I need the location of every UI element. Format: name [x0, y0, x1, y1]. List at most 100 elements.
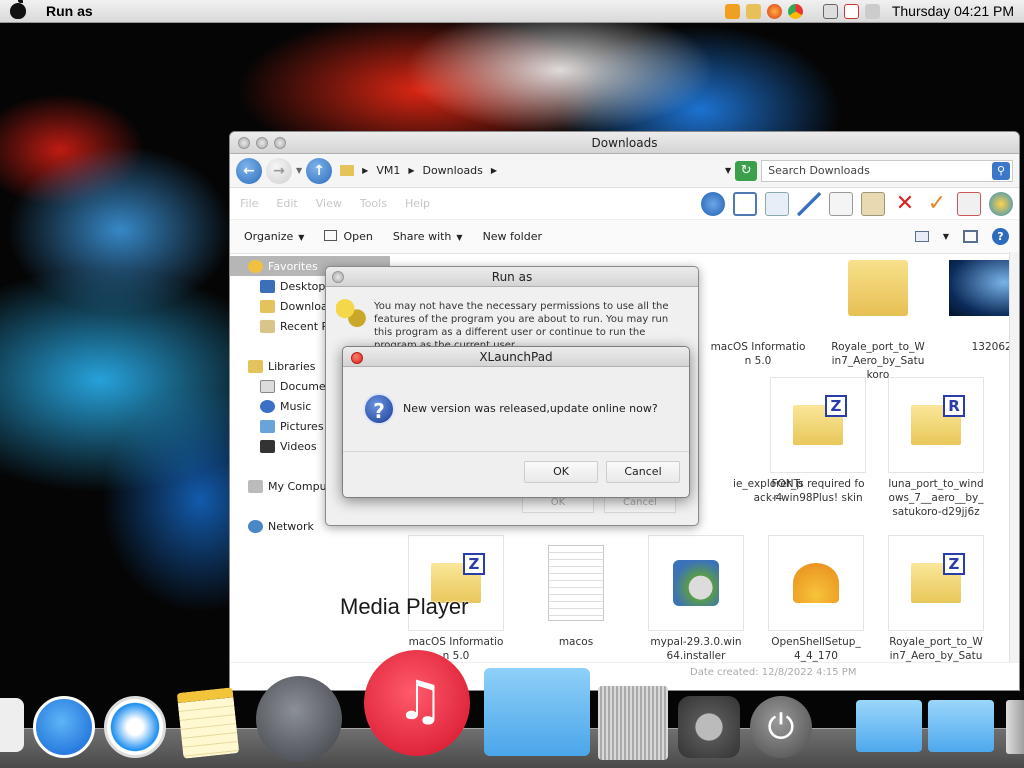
file-item[interactable]: mypal-29.3.0.win64.installer — [648, 535, 744, 663]
finder-icon[interactable] — [0, 698, 24, 752]
folder-icon — [848, 260, 908, 316]
downloads-icon — [260, 299, 275, 313]
trash-icon[interactable] — [1006, 700, 1024, 754]
power-icon[interactable]: ⏻ — [750, 696, 812, 758]
documents-folder-icon[interactable] — [856, 700, 922, 752]
file-item[interactable]: OpenShellSetup_4_4_170 — [768, 535, 864, 663]
up-arrow-icon[interactable] — [701, 192, 725, 216]
question-icon: ? — [363, 393, 395, 425]
close-icon[interactable] — [238, 137, 250, 149]
file-item[interactable]: R luna_port_to_windows_7__aero__by_satuk… — [888, 377, 984, 519]
active-app-name[interactable]: Run as — [46, 3, 93, 19]
volume-icon[interactable] — [864, 3, 880, 19]
videos-icon — [260, 439, 275, 453]
folder-icon[interactable] — [745, 3, 761, 19]
delete-icon[interactable]: ✕ — [893, 192, 917, 216]
media-icon[interactable] — [724, 3, 740, 19]
file-item[interactable]: macos — [528, 535, 624, 649]
menu-edit[interactable]: Edit — [276, 197, 297, 210]
zoom-icon[interactable] — [274, 137, 286, 149]
pictures-icon — [260, 419, 275, 433]
status-tray: Thursday 04:21 PM — [724, 3, 1014, 19]
checkmark-icon[interactable]: ✓ — [925, 192, 949, 216]
file-item[interactable]: Z Royale_port_to_Win7_Aero_by_Satukoro — [888, 535, 984, 677]
properties-icon[interactable] — [957, 192, 981, 216]
xlaunchpad-message: New version was released,update online n… — [403, 402, 658, 415]
copy-icon[interactable] — [829, 192, 853, 216]
xlaunchpad-title: XLaunchPad — [479, 349, 553, 364]
file-item[interactable]: Z FONTs required for win98Plus! skin — [770, 377, 866, 505]
ok-button[interactable]: OK — [524, 461, 598, 483]
applications-folder-icon[interactable] — [484, 668, 590, 756]
scrollbar[interactable] — [1009, 252, 1019, 690]
menu-line: File Edit View Tools Help ✕ ✓ — [230, 188, 1019, 220]
explorer-titlebar[interactable]: Downloads — [230, 132, 1019, 154]
chrome-icon[interactable] — [787, 3, 803, 19]
run-as-titlebar[interactable]: Run as — [326, 267, 698, 287]
breadcrumb-downloads[interactable]: Downloads — [422, 164, 482, 177]
run-as-title: Run as — [491, 269, 533, 284]
xlaunchpad-dialog: XLaunchPad ? New version was released,up… — [342, 346, 690, 498]
menu-help[interactable]: Help — [405, 197, 430, 210]
rar-icon: R — [911, 395, 965, 445]
downloads-folder-icon[interactable] — [928, 700, 994, 752]
close-icon[interactable] — [351, 352, 363, 364]
documents-icon — [260, 379, 275, 393]
new-folder-button[interactable]: New folder — [483, 230, 542, 243]
installer-icon — [673, 560, 719, 606]
clock[interactable]: Thursday 04:21 PM — [892, 3, 1014, 19]
shell-icon — [793, 563, 839, 603]
document-icon — [548, 545, 604, 621]
libraries-icon — [248, 359, 263, 373]
forward-button[interactable]: → — [266, 157, 292, 184]
refresh-button[interactable]: ↻ — [735, 160, 758, 181]
share-with-button[interactable]: Share with ▼ — [393, 230, 463, 243]
file-item[interactable]: macOS Information 5.0 — [710, 240, 806, 368]
back-button[interactable]: ← — [236, 157, 262, 184]
run-as-message: You may not have the necessary permissio… — [374, 301, 669, 351]
checklist-icon[interactable] — [765, 192, 789, 216]
safari-icon[interactable] — [104, 696, 166, 758]
address-dropdown-icon[interactable]: ▼ — [725, 166, 731, 175]
minimize-icon[interactable] — [256, 137, 268, 149]
open-button[interactable]: Open — [324, 230, 373, 243]
up-button[interactable]: ↑ — [306, 157, 333, 184]
system-preferences-icon[interactable] — [678, 696, 740, 758]
paste-icon[interactable] — [861, 192, 885, 216]
apple-icon[interactable] — [10, 0, 26, 19]
address-bar: ← → ▼ ↑ ▶ VM1 ▶ Downloads ▶ ▼ ↻ Search D… — [230, 154, 1019, 188]
desktop-icon — [260, 279, 275, 293]
breadcrumb-vm1[interactable]: VM1 — [376, 164, 400, 177]
computer-icon — [248, 479, 263, 493]
cut-icon[interactable] — [797, 192, 821, 216]
search-icon[interactable]: ⚲ — [992, 161, 1010, 180]
network-icon[interactable] — [822, 3, 838, 19]
menu-tools[interactable]: Tools — [360, 197, 387, 210]
search-input[interactable]: Search Downloads ⚲ — [761, 159, 1013, 182]
app-store-icon[interactable] — [33, 696, 95, 758]
zip-icon: Z — [911, 553, 965, 603]
close-icon[interactable] — [332, 271, 344, 283]
firefox-icon[interactable] — [766, 3, 782, 19]
pane-icon[interactable] — [733, 192, 757, 216]
security-alert-icon[interactable] — [843, 3, 859, 19]
keys-icon — [336, 299, 366, 331]
search-placeholder: Search Downloads — [768, 164, 870, 177]
mac-pro-icon[interactable] — [598, 686, 668, 760]
notes-icon[interactable] — [176, 687, 240, 759]
shell-icon[interactable] — [989, 192, 1013, 216]
star-icon — [248, 259, 263, 273]
dock-tooltip: Media Player — [340, 594, 469, 619]
menu-file[interactable]: File — [240, 197, 258, 210]
cancel-button[interactable]: Cancel — [606, 461, 680, 483]
menu-view[interactable]: View — [316, 197, 342, 210]
history-dropdown-icon[interactable]: ▼ — [296, 166, 302, 175]
file-item[interactable]: Royale_port_to_Win7_Aero_by_Satukoro — [830, 240, 926, 382]
launchpad-rocket-icon[interactable] — [256, 676, 342, 762]
breadcrumb[interactable]: ▶ VM1 ▶ Downloads ▶ ▼ — [336, 160, 731, 182]
media-player-icon[interactable]: ♫ — [364, 650, 470, 756]
organize-button[interactable]: Organize ▼ — [244, 230, 304, 243]
menu-bar: Run as Thursday 04:21 PM — [0, 0, 1024, 23]
recent-icon — [260, 319, 275, 333]
xlaunchpad-titlebar[interactable]: XLaunchPad — [343, 347, 689, 367]
